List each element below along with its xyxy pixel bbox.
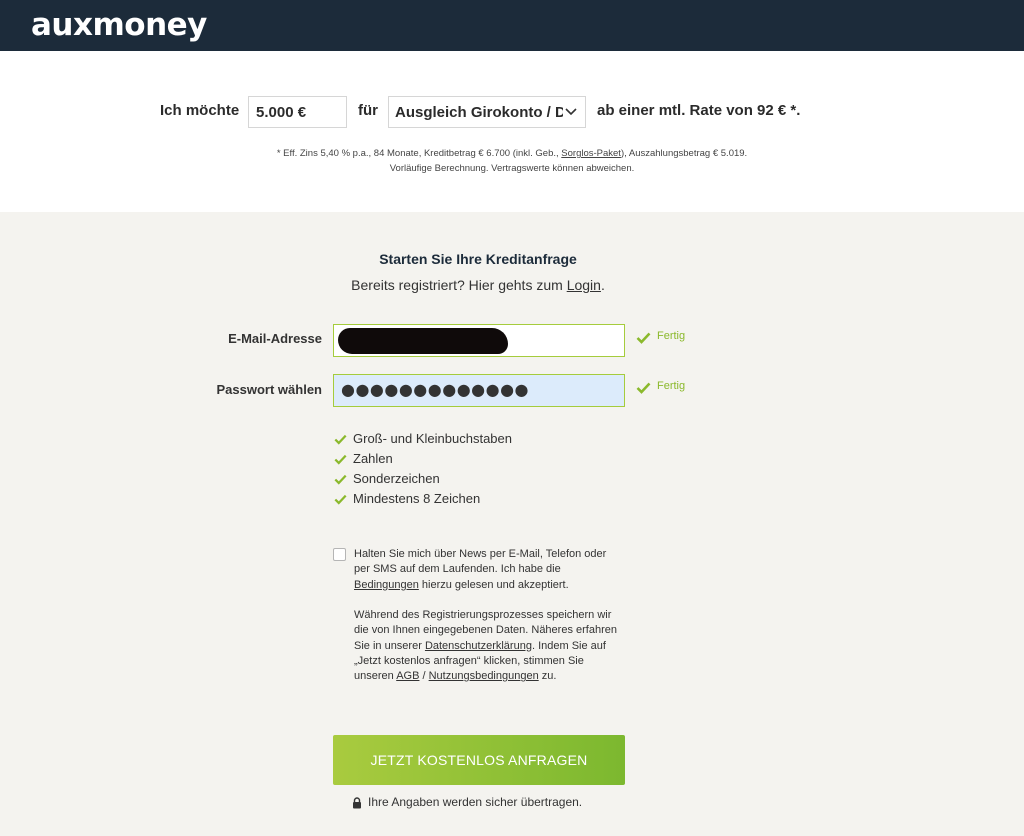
loan-calculator: Ich möchte für Ausgleich Girokonto / Dis… (0, 51, 1024, 212)
loan-amount-input[interactable] (248, 96, 347, 128)
lock-icon (353, 797, 361, 809)
check-icon (334, 494, 347, 505)
calculator-rate-text: ab einer mtl. Rate von 92 € *. (597, 102, 801, 119)
calculator-row: Ich möchte für Ausgleich Girokonto / Dis… (0, 96, 1024, 128)
auxmoney-logo[interactable]: auxmoney (31, 6, 207, 44)
email-field[interactable] (333, 324, 625, 357)
privacy-notice-text: Während des Registrierungsprozesses spei… (354, 608, 624, 684)
loan-purpose-select[interactable]: Ausgleich Girokonto / Dispo (388, 96, 586, 128)
password-status-text: Fertig (657, 380, 686, 392)
newsletter-checkbox[interactable] (333, 548, 346, 561)
bedingungen-link[interactable]: Bedingungen (354, 579, 419, 591)
login-prompt-text: Bereits registriert? Hier gehts zum (351, 277, 563, 293)
calculator-disclaimer: Vorläufige Berechnung. Vertragswerte kön… (389, 163, 635, 174)
secure-note-text: Ihre Angaben werden sicher übertragen. (368, 795, 583, 809)
redacted-email-mark (338, 328, 508, 354)
email-status-text: Fertig (657, 330, 686, 342)
login-prompt: Bereits registriert? Hier gehts zum Logi… (0, 277, 956, 293)
footnote-text: * Eff. Zins 5,40 % p.a., 84 Monate, Kred… (276, 148, 562, 159)
login-link[interactable]: Login (567, 277, 601, 293)
privacy-text: / (419, 670, 429, 683)
password-label: Passwort wählen (216, 382, 322, 397)
consent-text: Halten Sie mich über News per E-Mail, Te… (354, 548, 607, 576)
datenschutz-link[interactable]: Datenschutzerklärung (425, 640, 532, 652)
consent-text-end: hierzu gelesen und akzeptiert. (418, 578, 569, 591)
privacy-text-end: zu. (538, 670, 557, 683)
form-title: Starten Sie Ihre Kreditanfrage (379, 251, 577, 267)
email-label: E-Mail-Adresse (228, 331, 322, 346)
chevron-down-icon (565, 108, 577, 116)
newsletter-consent-text: Halten Sie mich über News per E-Mail, Te… (354, 547, 624, 593)
check-icon (636, 382, 651, 394)
footnote-text-end: ), Auszahlungsbetrag € 5.019. (620, 148, 748, 159)
password-mask: ●●●●●●●●●●●●● (341, 380, 529, 399)
check-icon (334, 434, 347, 445)
calculator-prefix: Ich möchte (160, 102, 240, 119)
top-navigation-bar: auxmoney (0, 0, 1024, 51)
login-prompt-end: . (600, 277, 605, 293)
check-icon (636, 332, 651, 344)
password-rule-text: Sonderzeichen (353, 471, 440, 486)
password-rule-text: Zahlen (353, 451, 393, 466)
agb-link[interactable]: AGB (396, 670, 419, 682)
password-rule-text: Mindestens 8 Zeichen (353, 491, 481, 506)
sorglos-paket-link[interactable]: Sorglos-Paket (561, 148, 621, 159)
password-rule-text: Groß- und Kleinbuchstaben (353, 431, 512, 446)
calculator-connector: für (358, 102, 378, 119)
nutzungsbedingungen-link[interactable]: Nutzungsbedingungen (429, 670, 539, 682)
loan-purpose-value: Ausgleich Girokonto / Dispo (395, 104, 563, 121)
check-icon (334, 474, 347, 485)
calculator-footnote: * Eff. Zins 5,40 % p.a., 84 Monate, Kred… (0, 148, 1024, 159)
check-icon (334, 454, 347, 465)
password-field[interactable]: ●●●●●●●●●●●●● (333, 374, 625, 407)
submit-request-button[interactable]: Jetzt kostenlos anfragen (333, 735, 625, 785)
